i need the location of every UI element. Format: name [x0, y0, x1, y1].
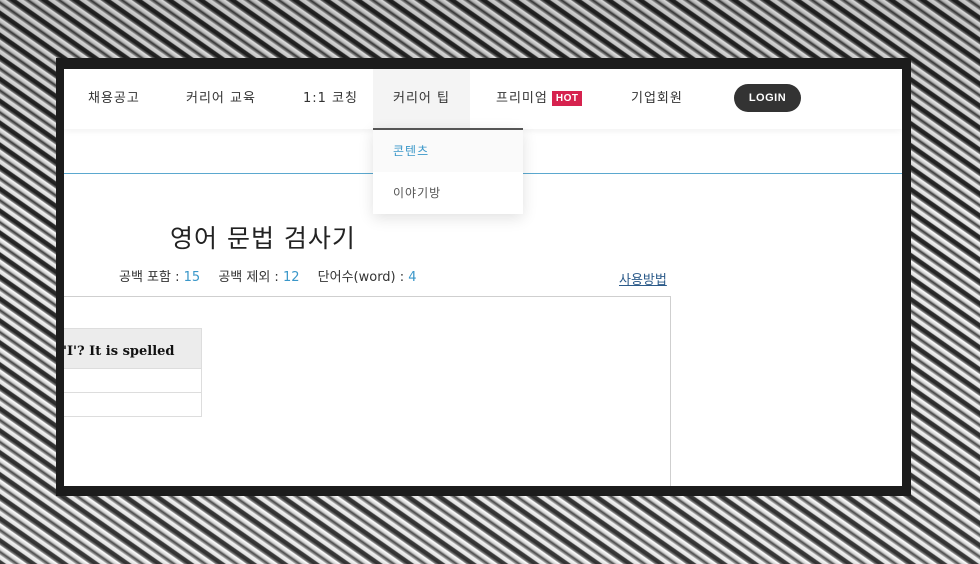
dropdown-item-contents[interactable]: 콘텐츠: [373, 130, 523, 172]
nav-label: 1:1 코칭: [303, 91, 358, 106]
without-spaces-value: 12: [282, 270, 300, 285]
page-title: 영어 문법 검사기: [170, 224, 356, 253]
top-navigation: 채용공고 커리어 교육 1:1 코칭 커리어 팁 프리미엄 HOT 기업회원 LO…: [64, 69, 902, 129]
nav-item-premium[interactable]: 프리미엄 HOT: [496, 69, 583, 129]
nav-label: 기업회원: [631, 91, 683, 106]
career-tips-dropdown: 콘텐츠 이야기방: [373, 128, 523, 214]
nav-label: 커리어 교육: [186, 91, 256, 106]
suggestion-header-text: 'I'? It is spelled: [64, 343, 175, 359]
word-count-label: 단어수(word) :: [317, 270, 405, 285]
suggestion-table: 'I'? It is spelled: [64, 328, 202, 417]
dropdown-item-story-room[interactable]: 이야기방: [373, 172, 523, 214]
nav-item-career-tips[interactable]: 커리어 팁: [373, 69, 470, 129]
with-spaces-label: 공백 포함 :: [119, 270, 180, 285]
nav-item-career-education[interactable]: 커리어 교육: [186, 69, 256, 129]
word-count-value: 4: [408, 270, 417, 285]
login-button[interactable]: LOGIN: [734, 84, 801, 112]
with-spaces-value: 15: [183, 270, 201, 285]
nav-item-jobs[interactable]: 채용공고: [88, 69, 140, 129]
usage-guide-link[interactable]: 사용방법: [619, 269, 667, 288]
nav-label: 커리어 팁: [393, 91, 450, 106]
nav-item-coaching[interactable]: 1:1 코칭: [303, 69, 358, 129]
nav-label: 프리미엄: [496, 91, 548, 106]
suggestion-header: 'I'? It is spelled: [64, 328, 202, 369]
nav-label: 채용공고: [88, 91, 140, 106]
character-count-stats: 공백 포함 : 15 공백 제외 : 12 단어수(word) : 4: [119, 266, 431, 285]
without-spaces-label: 공백 제외 :: [218, 270, 279, 285]
table-row[interactable]: [64, 392, 202, 417]
table-row[interactable]: [64, 368, 202, 393]
nav-item-corporate-members[interactable]: 기업회원: [631, 69, 683, 129]
hot-badge: HOT: [551, 91, 583, 106]
website-viewport: 채용공고 커리어 교육 1:1 코칭 커리어 팁 프리미엄 HOT 기업회원 LO…: [64, 69, 902, 486]
